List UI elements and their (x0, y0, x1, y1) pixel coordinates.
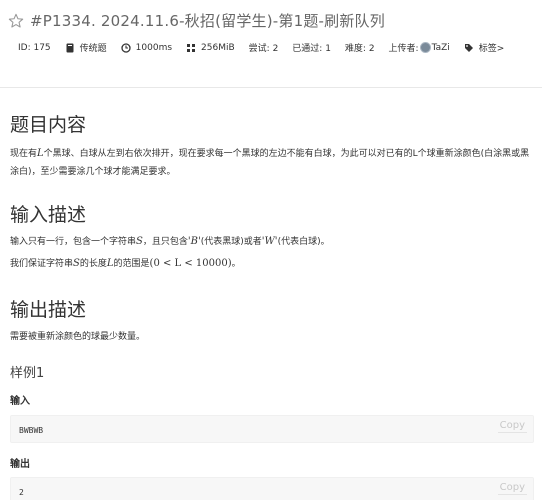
avatar[interactable] (419, 42, 431, 53)
var-b: 'B' (187, 236, 201, 247)
range-expression: (0 < L < 10000) (149, 258, 232, 269)
input-text-g: 的范围是 (113, 259, 150, 269)
meta-tries: 尝试: 2 (248, 44, 279, 54)
book-icon (66, 43, 74, 52)
input-text-e: 我们保证字符串 (10, 259, 74, 269)
var-s: S (136, 236, 143, 247)
copy-input-button[interactable]: Copy (497, 420, 527, 433)
var-s-2: S (73, 258, 80, 269)
sample-output-value: 2 (19, 488, 24, 497)
meta-difficulty: 难度: 2 (344, 44, 375, 54)
section-title-content: 题目内容 (10, 114, 87, 136)
meta-id: ID: 175 (18, 42, 51, 53)
memory-icon (187, 43, 196, 52)
input-desc-line1: 输入只有一行，包含一个字符串S，且只包含'B'(代表黑球)或者'W'(代表白球)… (10, 233, 534, 251)
clock-icon (121, 42, 131, 53)
meta-type-label: 传统题 (79, 44, 107, 54)
output-desc: 需要被重新涂颜色的球最少数量。 (10, 332, 146, 342)
sample-output-box[interactable]: 2 Copy (10, 477, 534, 500)
meta-time-label: 1000ms (135, 42, 173, 53)
var-w: 'W' (261, 236, 278, 247)
star-icon[interactable] (8, 13, 24, 29)
sample-title: 样例1 (10, 366, 45, 381)
title-row: #P1334. 2024.11.6-秋招(留学生)-第1题-刷新队列 (8, 10, 385, 31)
tags-label[interactable]: 标签> (479, 41, 505, 54)
sample-input-box[interactable]: BWBWB Copy (10, 415, 534, 443)
problem-meta: ID: 175 传统题 1000ms 256MiB 尝试: 2 已通过: 1 难… (18, 41, 518, 54)
input-desc-line2: 我们保证字符串S的长度L的范围是(0 < L < 10000)。 (10, 255, 534, 273)
sample-input-label: 输入 (10, 396, 30, 407)
input-text-a: 输入只有一行，包含一个字符串 (10, 237, 137, 247)
meta-memory-label: 256MiB (201, 42, 235, 53)
input-text-f: 的长度 (79, 259, 107, 269)
input-text-b: ，且只包含 (142, 237, 188, 247)
var-l-2: L (106, 258, 114, 269)
content-text-b: 个黑球、白球从左到右依次排开，现在要求每一个黑球的左边不能有白球，为此可以对已有… (10, 149, 530, 177)
section-title-input: 输入描述 (10, 204, 87, 226)
tags-toggle[interactable]: 标签> (464, 41, 505, 54)
problem-header: #P1334. 2024.11.6-秋招(留学生)-第1题-刷新队列 ID: 1… (0, 0, 542, 88)
input-text-c: (代表黑球)或者 (200, 237, 262, 247)
page-title: #P1334. 2024.11.6-秋招(留学生)-第1题-刷新队列 (30, 12, 385, 30)
meta-type: 传统题 (65, 41, 107, 54)
meta-uploader[interactable]: 上传者: TaZi (389, 41, 450, 54)
var-l: L (37, 148, 44, 159)
uploader-label: 上传者: (388, 44, 419, 54)
uploader-name[interactable]: TaZi (432, 43, 450, 53)
input-text-d: (代表白球)。 (277, 237, 330, 247)
content-text-a: 现在有 (10, 149, 38, 159)
meta-passed: 已通过: 1 (292, 44, 331, 54)
meta-memory: 256MiB (186, 43, 235, 53)
copy-output-button[interactable]: Copy (497, 482, 527, 495)
tag-icon (464, 43, 473, 52)
sample-input-value: BWBWB (19, 426, 44, 435)
meta-time: 1000ms (121, 43, 172, 53)
input-text-h: 。 (231, 259, 241, 269)
section-title-output: 输出描述 (10, 299, 87, 321)
content-text: 现在有L个黑球、白球从左到右依次排开，现在要求每一个黑球的左边不能有白球，为此可… (10, 145, 534, 181)
sample-output-label: 输出 (10, 459, 30, 470)
